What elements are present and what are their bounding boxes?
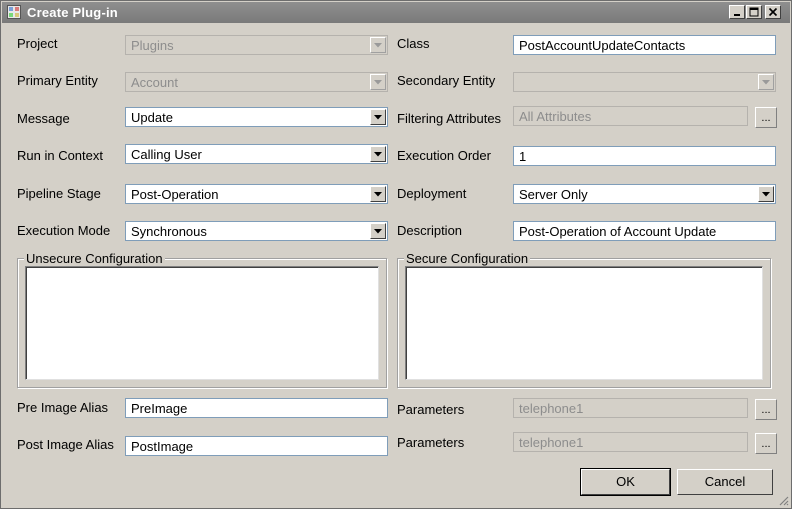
chevron-down-icon	[762, 192, 770, 197]
create-plugin-dialog: Create Plug-in Project Primary Entity Me…	[0, 0, 792, 509]
secure-configuration-title: Secure Configuration	[404, 251, 531, 266]
unsecure-configuration-textarea[interactable]	[25, 266, 379, 380]
chevron-down-icon	[374, 115, 382, 120]
primary-entity-value: Account	[131, 75, 178, 90]
deployment-dropdown-arrow[interactable]	[758, 186, 774, 202]
class-label: Class	[397, 36, 430, 51]
pre-image-parameters-value: telephone1	[519, 401, 584, 416]
app-icon	[7, 5, 21, 19]
execution-mode-select[interactable]: Synchronous	[125, 221, 388, 241]
pipeline-stage-value: Post-Operation	[131, 187, 219, 202]
close-button[interactable]	[765, 5, 781, 19]
post-image-parameters-input: telephone1	[513, 432, 748, 452]
secondary-entity-dropdown-arrow	[758, 74, 774, 90]
message-dropdown-arrow[interactable]	[370, 109, 386, 125]
pre-image-alias-label: Pre Image Alias	[17, 400, 109, 415]
post-image-alias-input[interactable]: PostImage	[125, 436, 388, 456]
pipeline-stage-label: Pipeline Stage	[17, 186, 101, 201]
post-image-parameters-label: Parameters	[397, 435, 465, 450]
unsecure-configuration-group: Unsecure Configuration	[17, 251, 387, 388]
pre-image-parameters-label: Parameters	[397, 402, 465, 417]
unsecure-configuration-title: Unsecure Configuration	[24, 251, 165, 266]
cancel-button[interactable]: Cancel	[677, 469, 773, 495]
message-select[interactable]: Update	[125, 107, 388, 127]
run-in-context-label: Run in Context	[17, 148, 103, 163]
description-label: Description	[397, 223, 463, 238]
chevron-down-icon	[762, 80, 770, 85]
execution-order-input[interactable]: 1	[513, 146, 776, 166]
post-image-alias-value: PostImage	[131, 439, 194, 454]
filtering-attributes-browse-button[interactable]: ...	[755, 107, 777, 128]
deployment-value: Server Only	[519, 187, 588, 202]
project-dropdown-arrow	[370, 37, 386, 53]
chevron-down-icon	[374, 229, 382, 234]
class-input[interactable]: PostAccountUpdateContacts	[513, 35, 776, 55]
deployment-select[interactable]: Server Only	[513, 184, 776, 204]
filtering-attributes-label: Filtering Attributes	[397, 111, 502, 126]
ok-button[interactable]: OK	[580, 468, 671, 496]
run-in-context-select[interactable]: Calling User	[125, 144, 388, 164]
chevron-down-icon	[374, 152, 382, 157]
filtering-attributes-input: All Attributes	[513, 106, 748, 126]
execution-order-value: 1	[519, 149, 527, 164]
primary-entity-label: Primary Entity	[17, 73, 98, 88]
execution-mode-value: Synchronous	[131, 224, 207, 239]
chevron-down-icon	[374, 43, 382, 48]
run-in-context-value: Calling User	[131, 147, 202, 162]
primary-entity-select: Account	[125, 72, 388, 92]
pre-image-parameters-input: telephone1	[513, 398, 748, 418]
pre-image-parameters-browse-button[interactable]: ...	[755, 399, 777, 420]
minimize-icon	[734, 14, 740, 16]
pipeline-stage-select[interactable]: Post-Operation	[125, 184, 388, 204]
pre-image-alias-input[interactable]: PreImage	[125, 398, 388, 418]
post-image-parameters-value: telephone1	[519, 435, 584, 450]
minimize-button[interactable]	[729, 5, 745, 19]
class-value: PostAccountUpdateContacts	[519, 38, 686, 53]
project-value: Plugins	[131, 38, 174, 53]
message-value: Update	[131, 110, 173, 125]
resize-grip-icon[interactable]	[777, 494, 789, 506]
chevron-down-icon	[374, 192, 382, 197]
window-title: Create Plug-in	[27, 5, 118, 20]
secondary-entity-select	[513, 72, 776, 92]
maximize-icon	[749, 7, 759, 17]
secure-configuration-group: Secure Configuration	[397, 251, 771, 388]
secure-configuration-textarea[interactable]	[405, 266, 763, 380]
filtering-attributes-value: All Attributes	[519, 109, 592, 124]
execution-order-label: Execution Order	[397, 148, 491, 163]
secondary-entity-label: Secondary Entity	[397, 73, 496, 88]
description-value: Post-Operation of Account Update	[519, 224, 717, 239]
maximize-button[interactable]	[746, 5, 762, 19]
pre-image-alias-value: PreImage	[131, 401, 188, 416]
close-icon	[768, 7, 778, 17]
title-bar[interactable]: Create Plug-in	[2, 2, 790, 23]
message-label: Message	[17, 111, 70, 126]
description-input[interactable]: Post-Operation of Account Update	[513, 221, 776, 241]
project-select: Plugins	[125, 35, 388, 55]
project-label: Project	[17, 36, 58, 51]
chevron-down-icon	[374, 80, 382, 85]
post-image-parameters-browse-button[interactable]: ...	[755, 433, 777, 454]
post-image-alias-label: Post Image Alias	[17, 437, 114, 452]
pipeline-stage-dropdown-arrow[interactable]	[370, 186, 386, 202]
run-in-context-dropdown-arrow[interactable]	[370, 146, 386, 162]
primary-entity-dropdown-arrow	[370, 74, 386, 90]
execution-mode-dropdown-arrow[interactable]	[370, 223, 386, 239]
deployment-label: Deployment	[397, 186, 467, 201]
execution-mode-label: Execution Mode	[17, 223, 111, 238]
